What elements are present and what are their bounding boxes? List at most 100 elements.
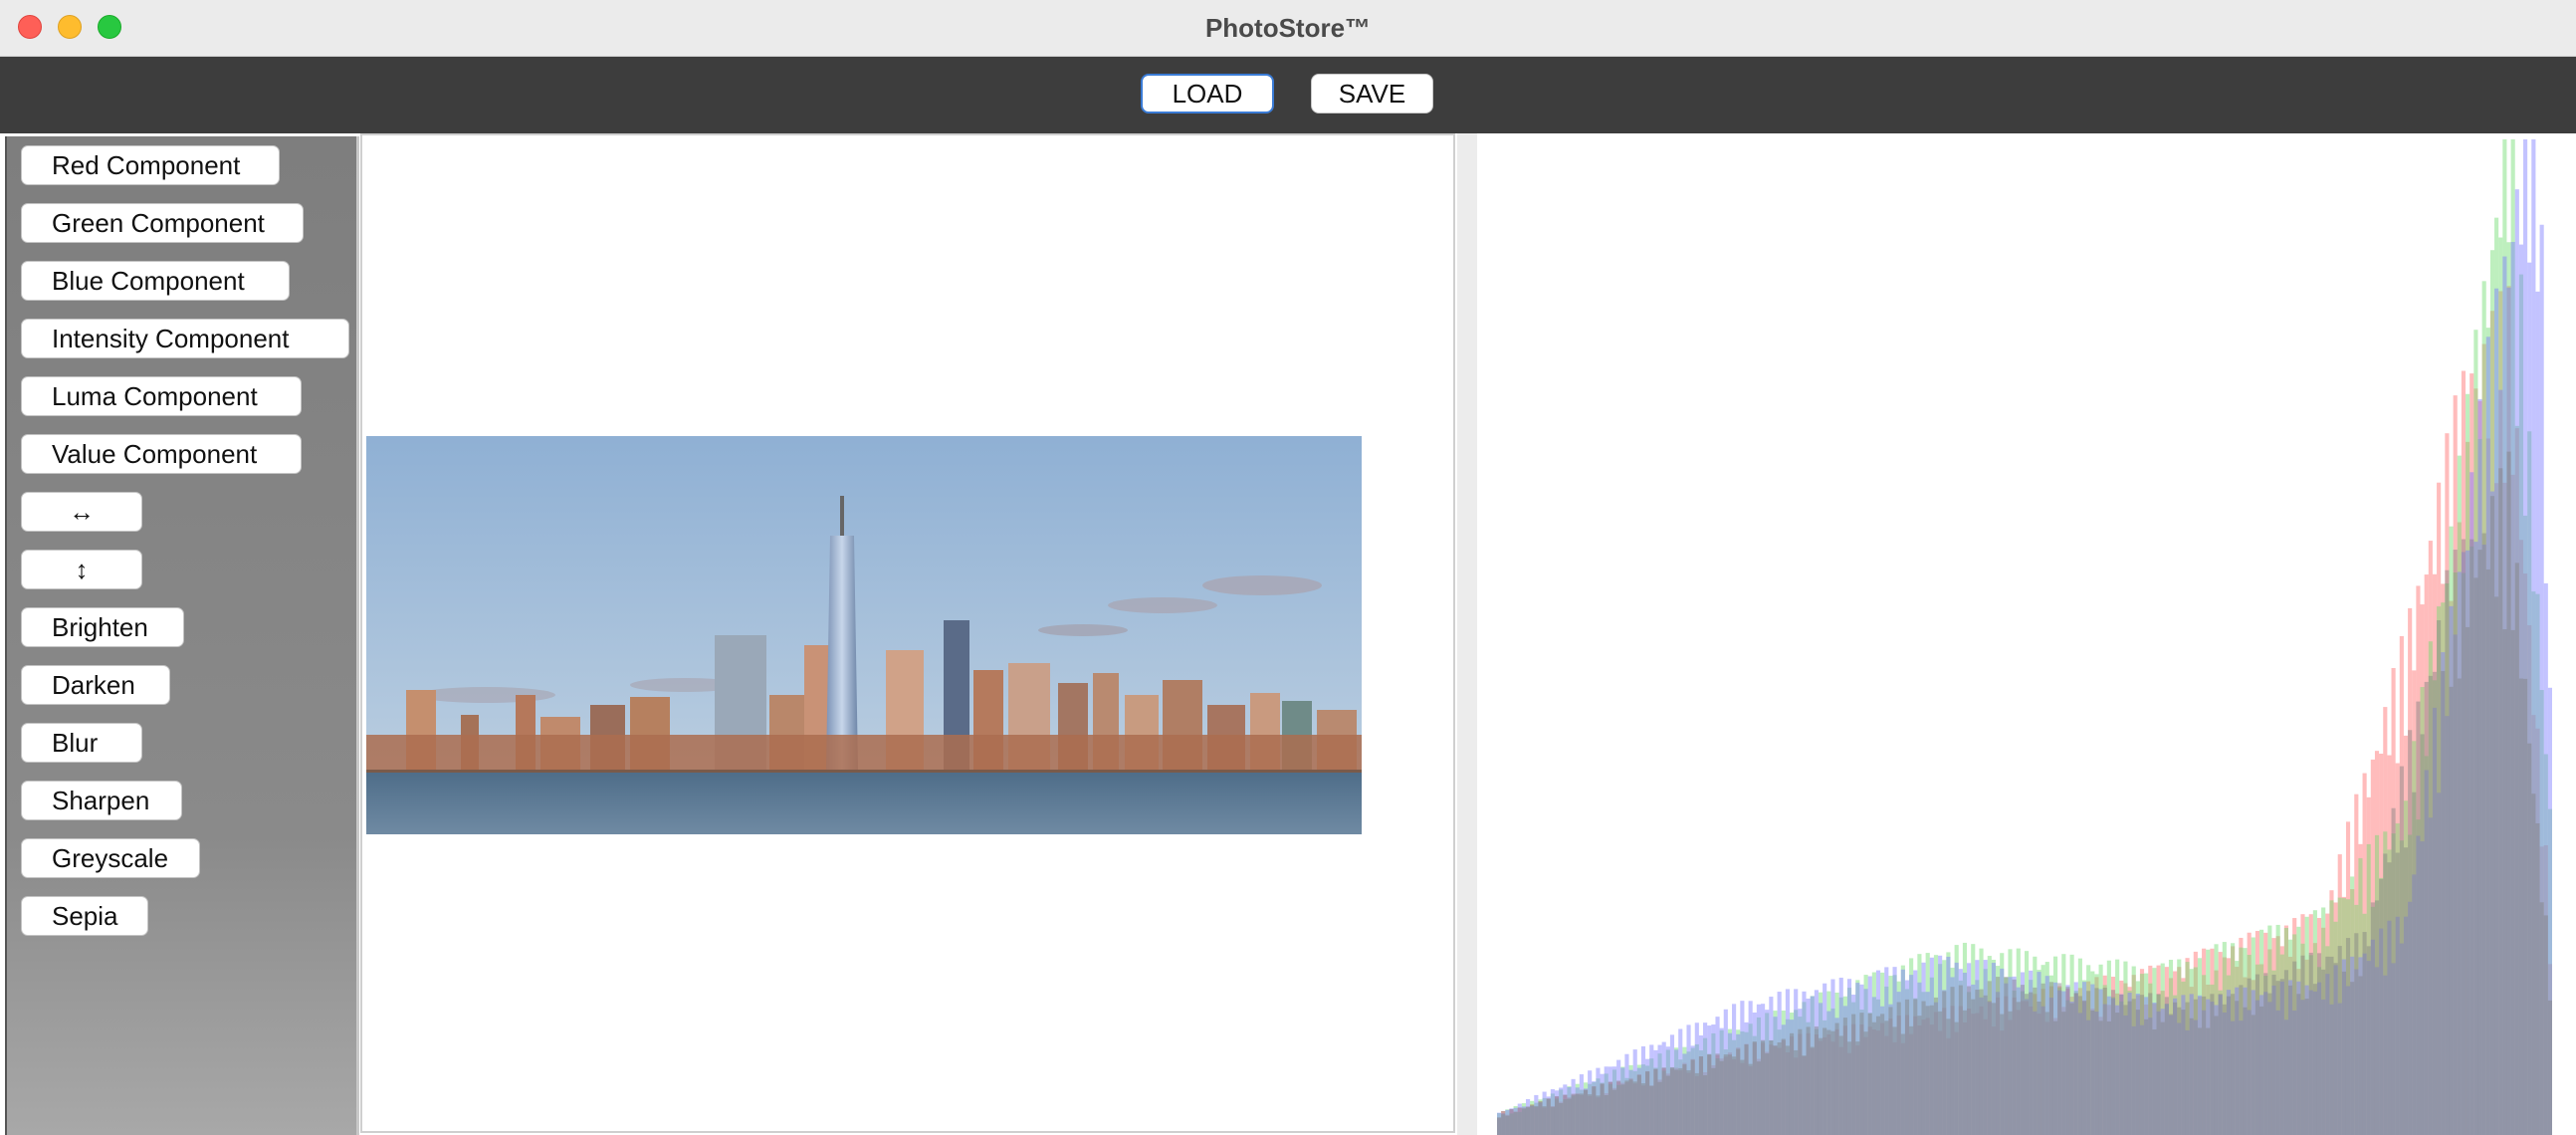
sepia-button[interactable]: Sepia [21, 896, 148, 936]
histogram-bar [1761, 1039, 1766, 1135]
sharpen-button[interactable]: Sharpen [21, 781, 182, 820]
histogram-bar [2502, 629, 2507, 1135]
histogram-bar [1525, 1106, 1531, 1135]
histogram-bar [1896, 1002, 1901, 1135]
flip-horizontal-button[interactable]: ↔ [21, 492, 142, 532]
histogram-bar [2424, 681, 2429, 1135]
histogram-bar [2189, 1018, 2194, 1135]
histogram-bar [2008, 1011, 2013, 1135]
histogram-bar [1636, 1074, 1641, 1135]
load-button[interactable]: LOAD [1141, 74, 1274, 114]
histogram-bar [2193, 999, 2198, 1135]
histogram-bar [1740, 1059, 1745, 1135]
histogram-bar [1798, 1028, 1803, 1135]
histogram-bar [2275, 981, 2280, 1135]
histogram-bar [2168, 1014, 2174, 1135]
histogram-bar [1521, 1108, 1526, 1135]
rgb-histogram [1497, 139, 2552, 1135]
histogram-bar [2510, 629, 2515, 1135]
histogram-bar [1559, 1103, 1564, 1135]
histogram-panel [1477, 133, 2576, 1135]
histogram-bar [2222, 1004, 2227, 1135]
red-component-button[interactable]: Red Component [21, 145, 280, 185]
histogram-bar [1546, 1098, 1551, 1135]
histogram-bar [2135, 1010, 2140, 1135]
histogram-bar [1665, 1075, 1670, 1135]
histogram-bar [2139, 995, 2145, 1135]
histogram-bar [1645, 1071, 1650, 1135]
histogram-bar [1571, 1093, 1576, 1135]
histogram-bar [2345, 938, 2351, 1135]
histogram-bar [1946, 1019, 1951, 1135]
histogram-bar [1628, 1079, 1633, 1135]
histogram-bar [1611, 1089, 1617, 1135]
histogram-bar [2333, 963, 2338, 1135]
histogram-bar [1826, 1029, 1831, 1135]
histogram-bar [2110, 990, 2116, 1135]
blur-button[interactable]: Blur [21, 723, 142, 763]
histogram-bar [1715, 1053, 1720, 1135]
histogram-bar [2416, 701, 2421, 1135]
histogram-bar [2279, 979, 2284, 1135]
histogram-bar [1818, 1037, 1824, 1135]
flip-vertical-button[interactable]: ↕ [21, 550, 142, 589]
histogram-bar [2473, 577, 2478, 1135]
histogram-bar [1777, 1041, 1782, 1135]
histogram-bar [1661, 1067, 1666, 1135]
histogram-bar [2445, 569, 2450, 1135]
histogram-bar [2312, 984, 2317, 1135]
histogram-bar [2115, 1013, 2120, 1135]
histogram-bar [1711, 1067, 1716, 1135]
histogram-bar [2358, 976, 2363, 1135]
histogram-bar [2235, 1001, 2240, 1135]
histogram-bar [2527, 743, 2532, 1135]
histogram-bar [1917, 1016, 1922, 1135]
darken-button[interactable]: Darken [21, 665, 170, 705]
histogram-bar [2453, 550, 2458, 1135]
histogram-bar [2016, 1002, 2021, 1135]
histogram-bar [1846, 1041, 1852, 1135]
histogram-bar [2391, 807, 2396, 1135]
app-window: PhotoStore™ LOAD SAVE Red Component Gree… [0, 0, 2576, 1135]
histogram-bar [1958, 985, 1963, 1135]
histogram-bar [1649, 1085, 1654, 1135]
panel-divider[interactable] [1457, 133, 1477, 1135]
histogram-bar [1682, 1064, 1687, 1135]
histogram-bar [2461, 539, 2467, 1135]
histogram-bar [1880, 1014, 1885, 1135]
histogram-bar [2543, 915, 2548, 1135]
green-component-button[interactable]: Green Component [21, 203, 304, 243]
histogram-bar [2316, 953, 2322, 1135]
histogram-bar [1501, 1110, 1506, 1135]
histogram-bar [2173, 1002, 2178, 1135]
histogram-bar [2489, 496, 2495, 1135]
histogram-bar [2156, 994, 2161, 1135]
histogram-bar [1723, 1054, 1728, 1135]
histogram-bar [1913, 999, 1918, 1135]
blue-component-button[interactable]: Blue Component [21, 261, 290, 301]
save-button[interactable]: SAVE [1311, 74, 1433, 114]
histogram-bar [1884, 1021, 1889, 1135]
histogram-bar [2379, 878, 2384, 1135]
histogram-bar [2160, 1022, 2165, 1135]
greyscale-button[interactable]: Greyscale [21, 838, 200, 878]
histogram-bar [2399, 766, 2404, 1135]
histogram-bar [2226, 996, 2232, 1135]
histogram-bar [2098, 1021, 2103, 1135]
histogram-bar [2231, 994, 2236, 1135]
histogram-bar [2152, 1028, 2157, 1135]
histogram-bar [1769, 1040, 1774, 1135]
histogram-bar [2481, 533, 2486, 1135]
luma-component-button[interactable]: Luma Component [21, 376, 302, 416]
intensity-component-button[interactable]: Intensity Component [21, 319, 349, 358]
histogram-bar [2037, 1001, 2041, 1135]
histogram-bar [1616, 1080, 1621, 1135]
histogram-bar [1534, 1105, 1539, 1135]
brighten-button[interactable]: Brighten [21, 607, 184, 647]
histogram-bar [2535, 822, 2540, 1135]
histogram-bar [1954, 1022, 1959, 1135]
histogram-bar [2102, 988, 2107, 1135]
histogram-bar [1748, 1063, 1753, 1135]
histogram-bar [2185, 1002, 2190, 1135]
value-component-button[interactable]: Value Component [21, 434, 302, 474]
